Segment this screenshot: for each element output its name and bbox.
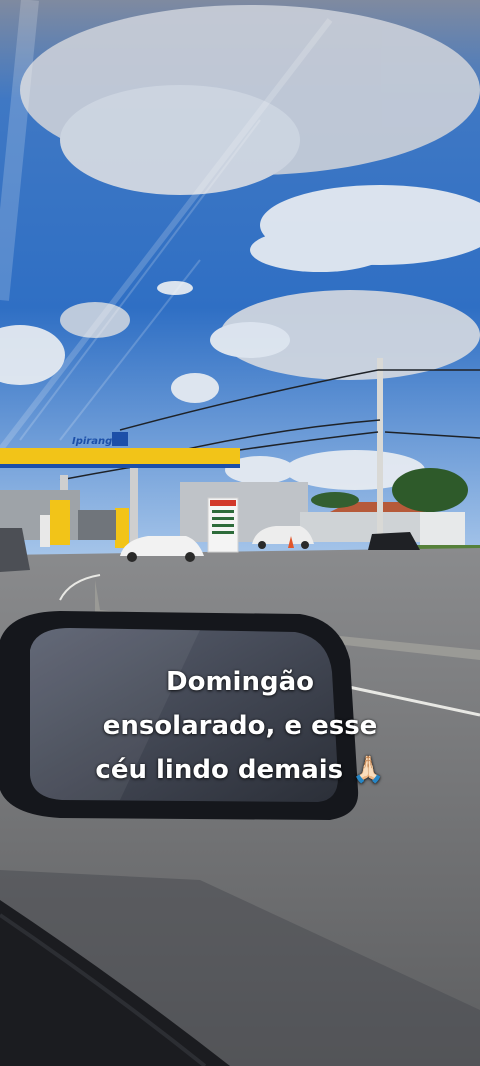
scene-illustration [0, 0, 480, 1066]
caption-line-3: céu lindo demais 🙏🏻 [95, 755, 385, 785]
caption-line-1: Domingão [166, 667, 314, 697]
photo-scene: Ipiranga Domingão ensolarado, e esse céu… [0, 0, 480, 1066]
utility-pole [377, 358, 383, 550]
tree [392, 468, 468, 512]
station-brand-logo: Ipiranga [72, 436, 120, 447]
story-caption: Domingão ensolarado, e esse céu lindo de… [0, 660, 480, 792]
caption-line-2: ensolarado, e esse [102, 711, 378, 741]
